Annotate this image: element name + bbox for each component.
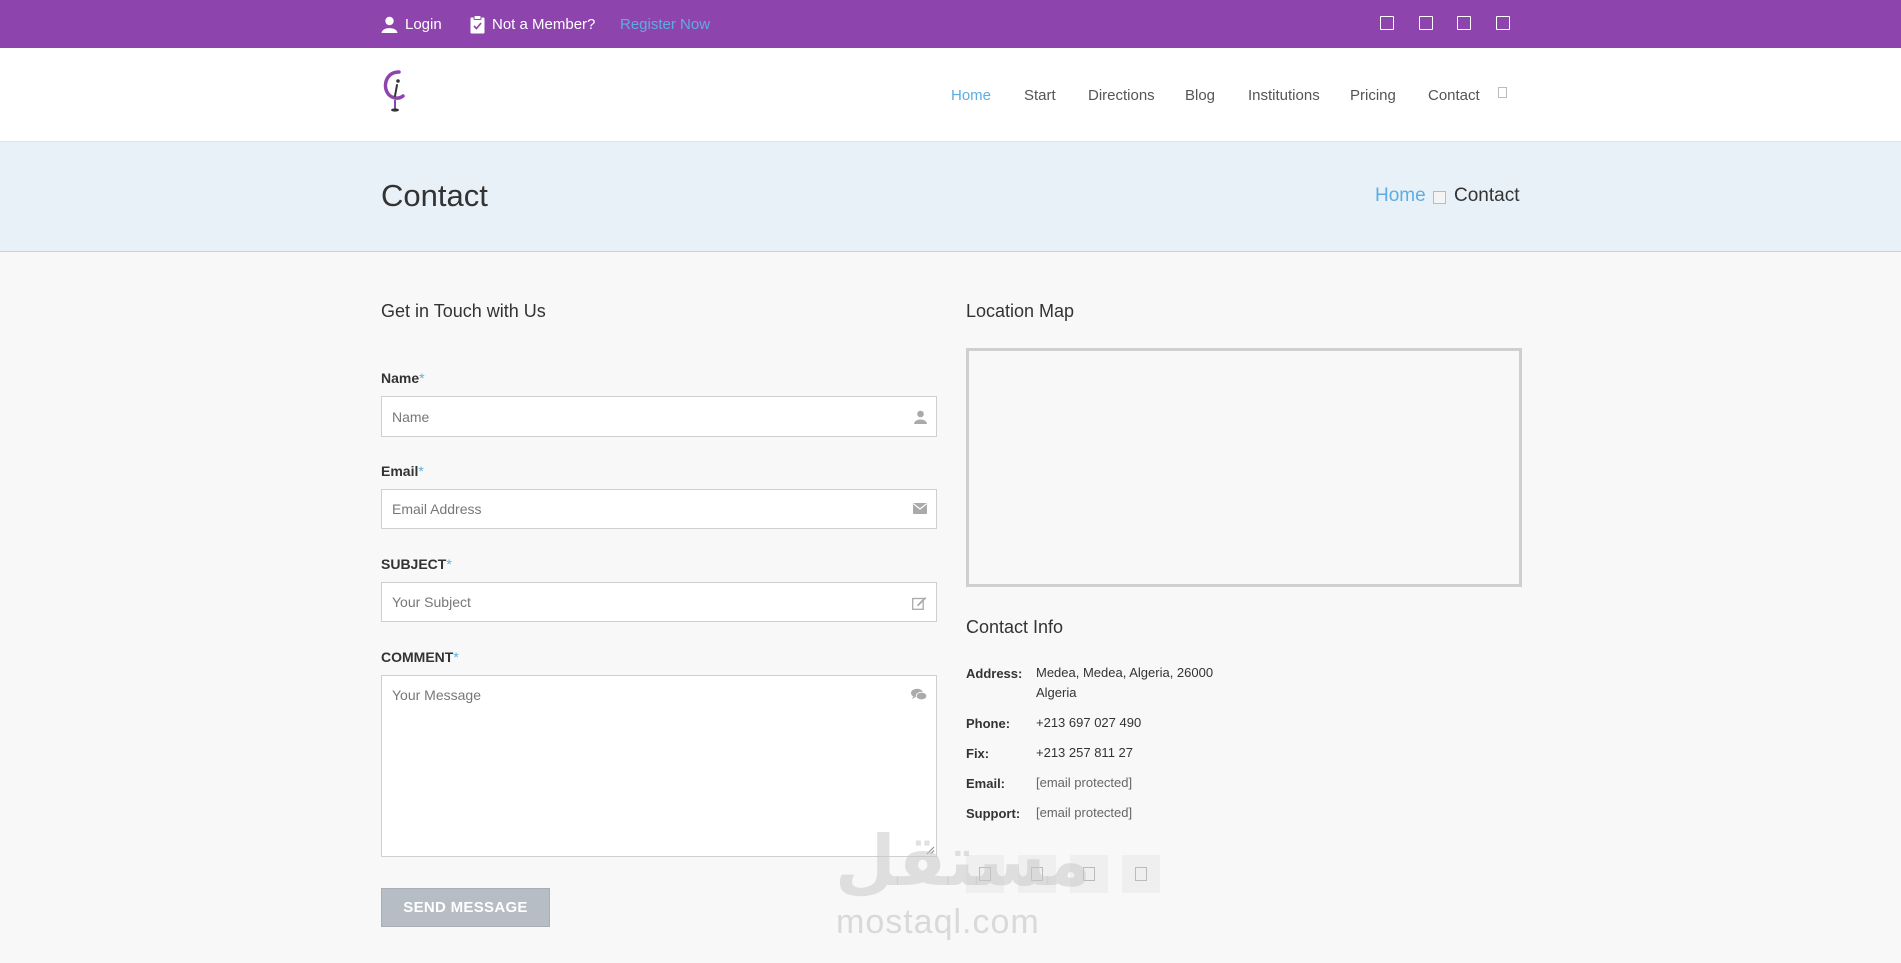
nav-contact[interactable]: Contact [1428,87,1480,104]
watermark-arabic: مستقل [835,820,1092,902]
page-title-bar: Contact Home Contact [0,142,1901,252]
nav-home[interactable]: Home [951,87,991,104]
required-mark: * [453,649,459,665]
social-icon-2[interactable] [1419,16,1433,30]
site-logo[interactable] [381,68,411,118]
required-mark: * [418,463,424,479]
phone-label: Phone: [966,716,1011,731]
send-message-button[interactable]: SEND MESSAGE [381,888,550,927]
address-line-1: Medea, Medea, Algeria, 26000 [1036,665,1214,680]
breadcrumb-home[interactable]: Home [1375,185,1426,207]
subject-field-box [381,582,937,622]
social-icon-3[interactable] [1457,16,1471,30]
fix-value: +213 257 811 27 [1036,745,1133,760]
nav-institutions[interactable]: Institutions [1248,87,1320,104]
nav-start[interactable]: Start [1024,87,1056,104]
support-label: Support: [966,806,1021,821]
page-title: Contact [381,178,488,213]
subject-label-text: SUBJECT [381,556,447,572]
address-label: Address: [966,666,1023,681]
required-mark: * [419,370,425,386]
edit-icon [912,597,927,610]
user-icon [381,16,398,33]
address-value: Medea, Medea, Algeria, 26000 Algeria [1036,663,1213,703]
address-line-2: Algeria [1036,685,1077,700]
not-member-label: Not a Member? [492,15,596,33]
user-icon [914,410,927,424]
email-label-text: Email [381,463,419,479]
login-link[interactable]: Login [381,0,442,48]
nav-blog[interactable]: Blog [1185,87,1215,104]
not-member-text: Not a Member? [470,0,595,48]
email-label: Email* [381,463,424,479]
logo-icon [383,70,405,112]
name-input[interactable] [382,397,936,436]
name-label: Name* [381,370,425,386]
clipboard-icon [470,14,485,33]
phone-value: +213 697 027 490 [1036,715,1142,730]
breadcrumb-current: Contact [1454,185,1520,206]
form-title: Get in Touch with Us [381,301,546,321]
top-bar: Login Not a Member? Register Now [0,0,1901,48]
email-info-link[interactable]: [email protected] [1036,773,1132,793]
subject-input[interactable] [382,583,936,621]
login-label: Login [405,15,442,33]
subject-label: SUBJECT* [381,556,452,572]
nav-pricing[interactable]: Pricing [1350,87,1396,104]
fix-label: Fix: [966,746,990,761]
site-header: Home Start Directions Blog Institutions … [0,48,1901,142]
comment-label-text: COMMENT [381,649,454,665]
comments-icon [911,688,927,701]
nav-directions[interactable]: Directions [1088,87,1155,104]
name-field-box [381,396,937,437]
location-map[interactable] [966,348,1522,587]
required-mark: * [446,556,452,572]
contact-info-title: Contact Info [966,617,1064,637]
email-info-label: Email: [966,776,1006,791]
breadcrumb-separator-icon [1433,191,1446,204]
comment-label: COMMENT* [381,649,459,665]
watermark-latin: mostaql.com [836,903,1040,941]
envelope-icon [913,503,927,514]
email-field-box [381,489,937,529]
name-label-text: Name [381,370,420,386]
search-icon[interactable] [1498,87,1507,98]
map-title: Location Map [966,301,1075,321]
social-icon-4[interactable] [1496,16,1510,30]
email-input[interactable] [382,490,936,528]
register-link[interactable]: Register Now [620,0,710,48]
social-icon-1[interactable] [1380,16,1394,30]
contact-social-icon-4[interactable] [1122,855,1160,893]
